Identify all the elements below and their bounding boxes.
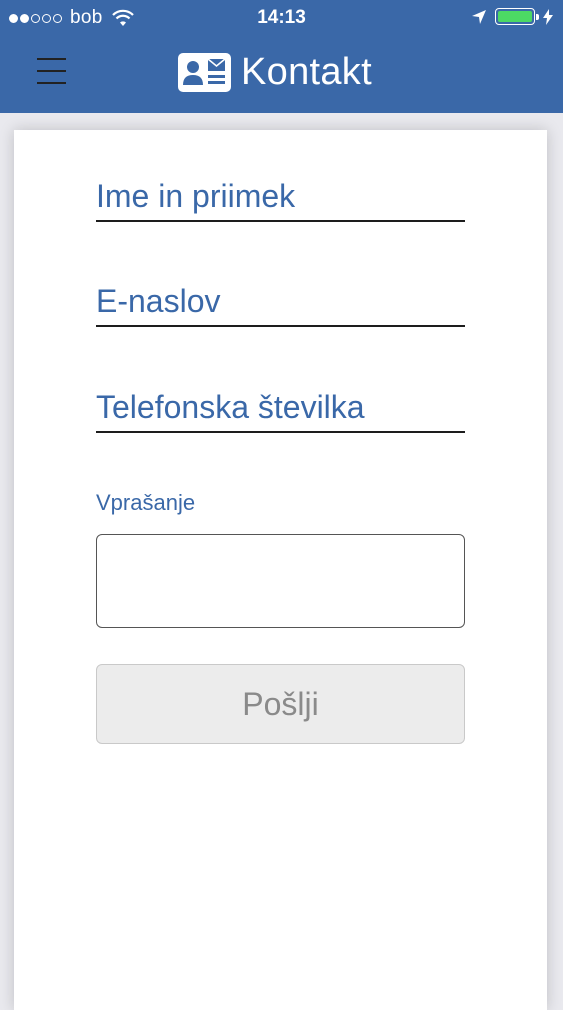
contact-form-card: Ime in priimek E-naslov Telefonska števi… bbox=[14, 130, 547, 1010]
status-bar-right bbox=[471, 8, 553, 25]
contact-card-icon bbox=[178, 52, 231, 92]
navigation-bar: Kontakt bbox=[0, 36, 563, 113]
phone-input[interactable]: Telefonska številka bbox=[96, 385, 465, 433]
question-label: Vprašanje bbox=[96, 490, 196, 515]
charging-bolt-icon bbox=[543, 8, 553, 25]
location-arrow-icon bbox=[472, 9, 486, 24]
email-input[interactable]: E-naslov bbox=[96, 279, 465, 327]
status-bar: bob 14:13 bbox=[0, 0, 563, 36]
question-textarea[interactable] bbox=[96, 534, 465, 628]
submit-button[interactable]: Pošlji bbox=[96, 664, 465, 744]
page-title-group: Kontakt bbox=[178, 48, 372, 96]
page-title: Kontakt bbox=[241, 50, 372, 93]
hamburger-menu-icon[interactable] bbox=[37, 58, 66, 84]
app-header: bob 14:13 Kontakt bbox=[0, 0, 563, 113]
battery-icon bbox=[495, 8, 539, 25]
battery-cap bbox=[536, 14, 539, 20]
battery-level-fill bbox=[498, 11, 532, 22]
name-input[interactable]: Ime in priimek bbox=[96, 174, 465, 222]
